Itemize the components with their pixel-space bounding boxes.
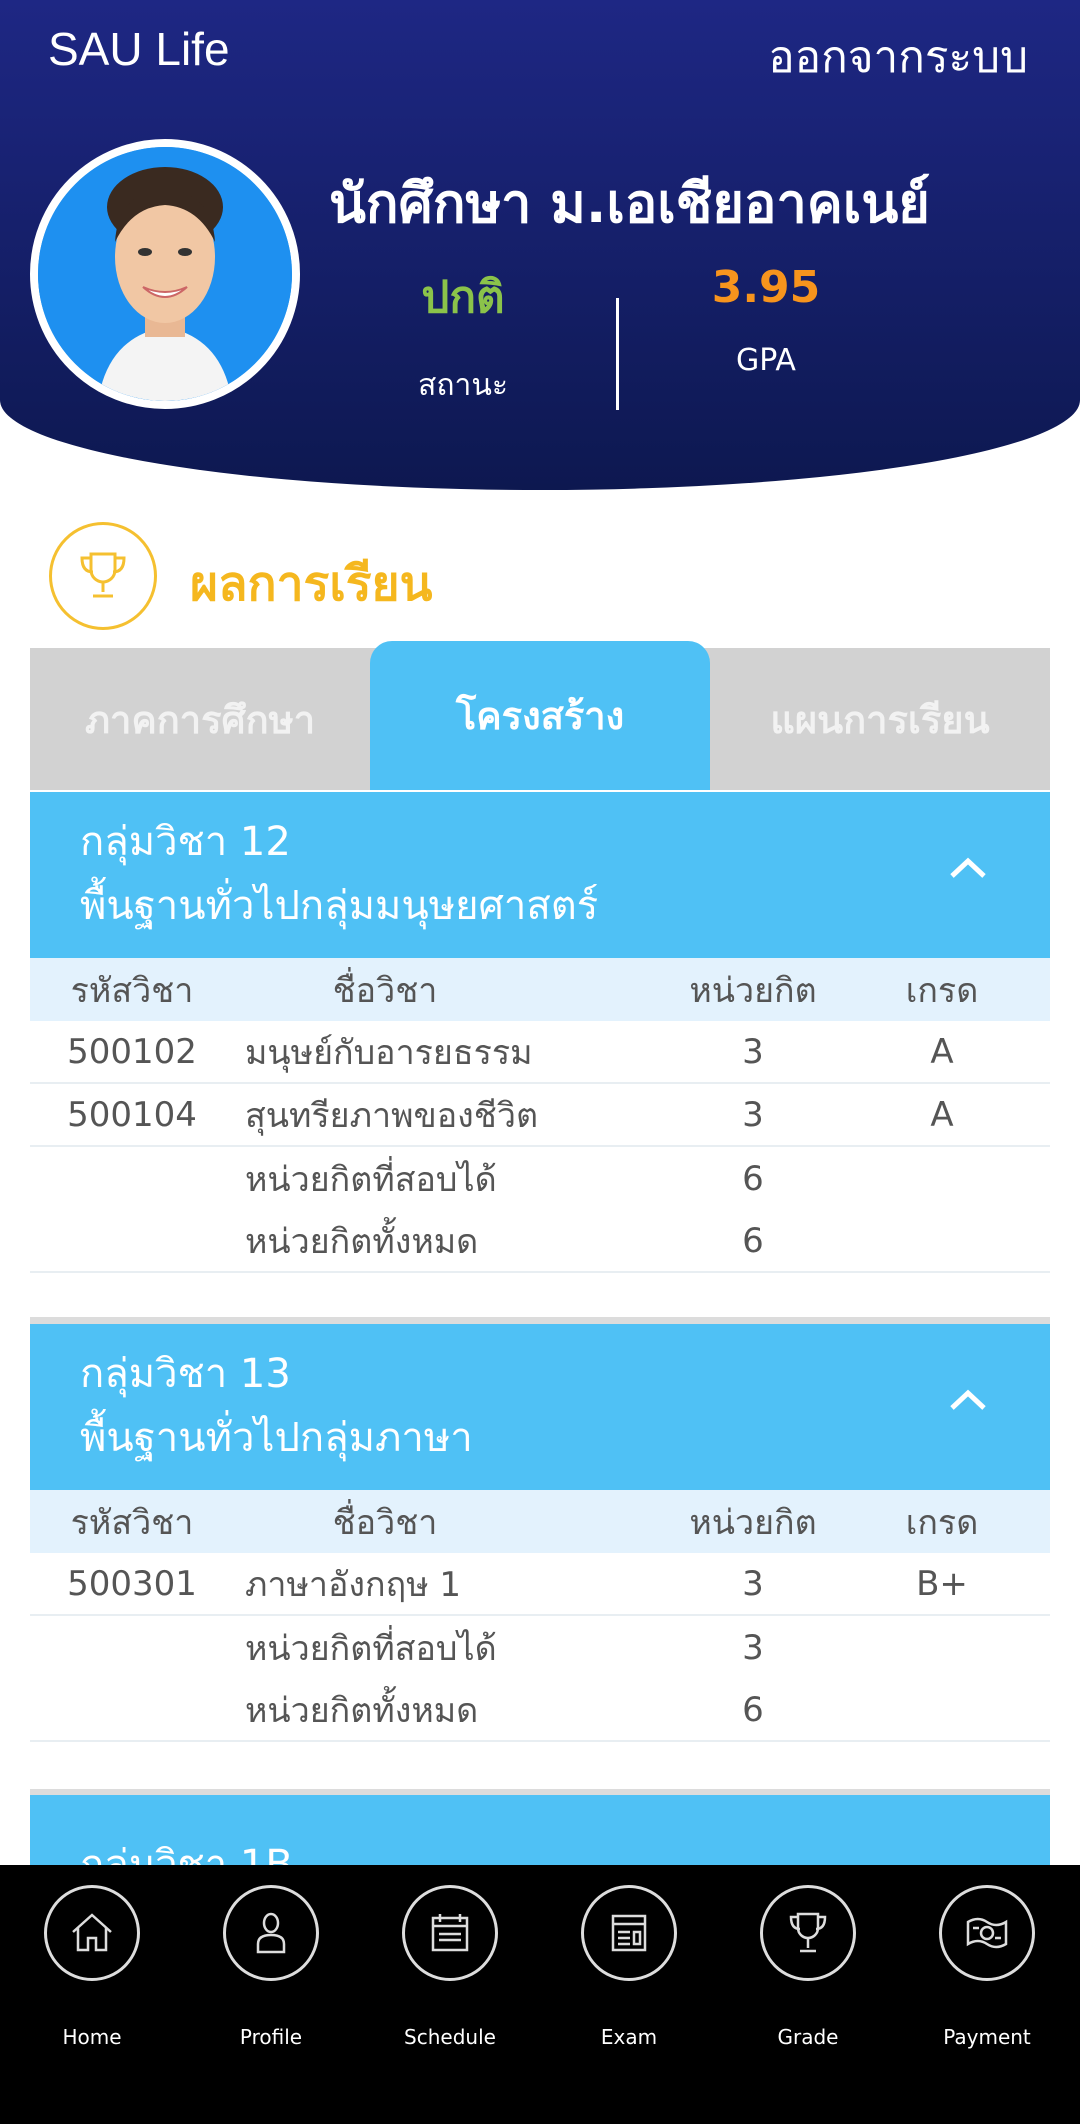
- trophy-icon: [49, 522, 157, 630]
- nav-payment[interactable]: Payment: [912, 1885, 1062, 2049]
- nav-home[interactable]: Home: [17, 1885, 167, 2049]
- nav-label: Exam: [600, 2025, 658, 2049]
- course-name: มนุษย์กับอารยธรรม: [245, 1032, 533, 1073]
- nav-schedule[interactable]: Schedule: [375, 1885, 525, 2049]
- nav-exam[interactable]: Exam: [554, 1885, 704, 2049]
- app-title: SAU Life: [48, 23, 230, 75]
- passed-value: 6: [742, 1158, 764, 1199]
- profile-icon: [223, 1885, 319, 1981]
- group-subtitle: พื้นฐานทั่วไปกลุ่มภาษา: [80, 1415, 473, 1461]
- course-group: กลุ่มวิชา 13 พื้นฐานทั่วไปกลุ่มภาษา รหัส…: [30, 1324, 1050, 1742]
- section-title: ผลการเรียน: [190, 556, 433, 612]
- col-grade: เกรด: [905, 1502, 979, 1543]
- chevron-up-icon[interactable]: [948, 1388, 988, 1412]
- status-value: ปกติ: [421, 272, 505, 323]
- col-name: ชื่อวิชา: [332, 970, 438, 1011]
- group-title: กลุ่มวิชา 13: [80, 1351, 291, 1397]
- col-code: รหัสวิชา: [70, 1502, 194, 1543]
- total-value: 6: [742, 1220, 764, 1261]
- gpa-label: GPA: [736, 343, 796, 378]
- table-row: 500301 ภาษาอังกฤษ 1 3 B+: [30, 1553, 1050, 1616]
- total-credits-row: หน่วยกิตทั้งหมด 6: [30, 1210, 1050, 1273]
- course-grade: A: [930, 1094, 954, 1135]
- home-icon: [44, 1885, 140, 1981]
- stat-divider: [616, 298, 619, 410]
- nav-label: Home: [62, 2025, 122, 2049]
- course-credits: 3: [742, 1563, 764, 1604]
- total-label: หน่วยกิตทั้งหมด: [245, 1690, 479, 1731]
- exam-icon: [581, 1885, 677, 1981]
- passed-value: 3: [742, 1627, 764, 1668]
- course-credits: 3: [742, 1094, 764, 1135]
- tab-structure[interactable]: โครงสร้าง: [370, 641, 710, 790]
- group-header[interactable]: กลุ่มวิชา 12 พื้นฐานทั่วไปกลุ่มมนุษยศาสต…: [30, 792, 1050, 958]
- group-title: กลุ่มวิชา 1B: [80, 1842, 293, 1865]
- course-code: 500102: [67, 1031, 197, 1072]
- group-subtitle: พื้นฐานทั่วไปกลุ่มมนุษยศาสตร์: [80, 883, 599, 929]
- col-credits: หน่วยกิต: [689, 1502, 817, 1543]
- passed-credits-row: หน่วยกิตที่สอบได้ 6: [30, 1147, 1050, 1210]
- status-label: สถานะ: [418, 368, 508, 403]
- table-header: รหัสวิชา ชื่อวิชา หน่วยกิต เกรด: [30, 1490, 1050, 1553]
- avatar: [30, 139, 300, 409]
- course-code: 500104: [67, 1094, 197, 1135]
- student-name: นักศึกษา ม.เอเชียอาคเนย์: [329, 172, 930, 235]
- col-code: รหัสวิชา: [70, 970, 194, 1011]
- table-row: 500104 สุนทรียภาพของชีวิต 3 A: [30, 1084, 1050, 1147]
- total-value: 6: [742, 1689, 764, 1730]
- passed-label: หน่วยกิตที่สอบได้: [245, 1159, 497, 1200]
- course-grade: A: [930, 1031, 954, 1072]
- group-header[interactable]: กลุ่มวิชา 13 พื้นฐานทั่วไปกลุ่มภาษา: [30, 1324, 1050, 1490]
- course-group: กลุ่มวิชา 12 พื้นฐานทั่วไปกลุ่มมนุษยศาสต…: [30, 792, 1050, 1273]
- course-group: กลุ่มวิชา 1B: [30, 1795, 1050, 1865]
- passed-label: หน่วยกิตที่สอบได้: [245, 1628, 497, 1669]
- nav-label: Payment: [943, 2025, 1031, 2049]
- table-header: รหัสวิชา ชื่อวิชา หน่วยกิต เกรด: [30, 958, 1050, 1021]
- course-name: สุนทรียภาพของชีวิต: [245, 1095, 539, 1136]
- gpa-value: 3.95: [711, 262, 821, 313]
- tab-semester[interactable]: ภาคการศึกษา: [30, 648, 370, 790]
- col-name: ชื่อวิชา: [332, 1502, 438, 1543]
- nav-profile[interactable]: Profile: [196, 1885, 346, 2049]
- group-separator: [30, 1317, 1050, 1324]
- student-photo: [38, 147, 292, 401]
- group-title: กลุ่มวิชา 12: [80, 819, 291, 865]
- total-label: หน่วยกิตทั้งหมด: [245, 1221, 479, 1262]
- col-credits: หน่วยกิต: [689, 970, 817, 1011]
- tab-study-plan[interactable]: แผนการเรียน: [710, 648, 1050, 790]
- nav-label: Schedule: [404, 2025, 496, 2049]
- nav-label: Profile: [239, 2025, 303, 2049]
- course-credits: 3: [742, 1031, 764, 1072]
- status-stat: ปกติ สถานะ: [353, 262, 573, 409]
- table-row: 500102 มนุษย์กับอารยธรรม 3 A: [30, 1021, 1050, 1084]
- tab-bar: ภาคการศึกษา โครงสร้าง แผนการเรียน: [30, 641, 1050, 790]
- course-name: ภาษาอังกฤษ 1: [245, 1564, 462, 1605]
- nav-label: Grade: [777, 2025, 839, 2049]
- col-grade: เกรด: [905, 970, 979, 1011]
- money-icon: [939, 1885, 1035, 1981]
- course-grade: B+: [916, 1563, 968, 1604]
- course-code: 500301: [67, 1563, 197, 1604]
- group-header[interactable]: กลุ่มวิชา 1B: [30, 1795, 1050, 1865]
- calendar-icon: [402, 1885, 498, 1981]
- passed-credits-row: หน่วยกิตที่สอบได้ 3: [30, 1616, 1050, 1679]
- trophy-icon: [760, 1885, 856, 1981]
- chevron-up-icon[interactable]: [948, 856, 988, 880]
- total-credits-row: หน่วยกิตทั้งหมด 6: [30, 1679, 1050, 1742]
- bottom-nav: Home Profile Schedule Exam Grade Payment: [0, 1865, 1080, 2124]
- nav-grade[interactable]: Grade: [733, 1885, 883, 2049]
- logout-button[interactable]: ออกจากระบบ: [768, 22, 1028, 92]
- gpa-stat: 3.95 GPA: [656, 262, 876, 378]
